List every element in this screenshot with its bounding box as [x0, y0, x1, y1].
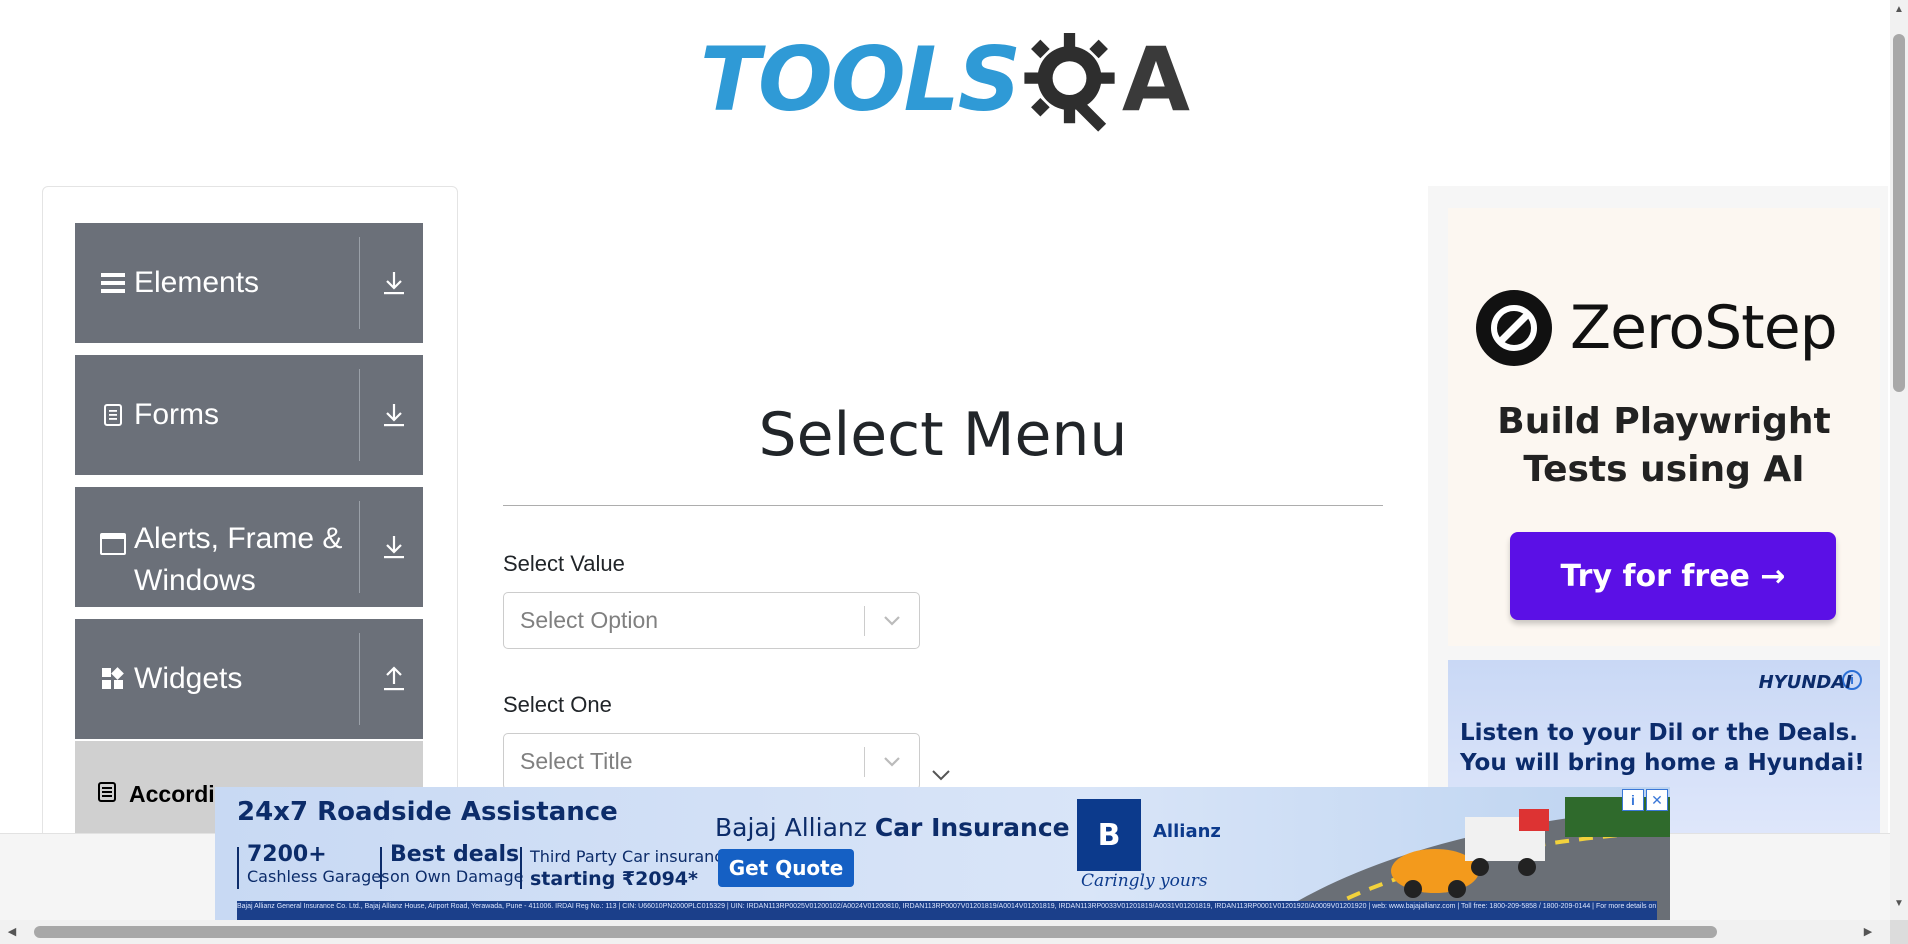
sidebar-group-widgets[interactable]: Widgets — [75, 619, 423, 739]
title-divider — [503, 505, 1383, 506]
accordian-icon — [97, 781, 119, 803]
ad-stat-deals: Best deals on Own Damage — [390, 843, 523, 887]
ad-tagline: Caringly yours — [1081, 871, 1208, 891]
ad-title: Bajaj Allianz Car Insurance — [715, 813, 1070, 842]
stat-big: 7200+ — [247, 842, 327, 867]
horizontal-scrollbar[interactable]: ◀ ▶ — [0, 920, 1890, 944]
tagline-line-1: Build Playwright — [1497, 401, 1831, 442]
divider — [359, 501, 360, 593]
stat-small: Third Party Car insurance — [530, 847, 733, 866]
chevron-down-icon[interactable] — [930, 764, 952, 786]
left-sidebar: Elements Forms Alerts, Frame & Windows W… — [42, 186, 458, 886]
zerostep-ad[interactable]: ZeroStep Build Playwright Tests using AI… — [1448, 208, 1880, 646]
toolsqa-logo[interactable]: TOOLS A — [700, 22, 1190, 137]
bajaj-logo: B — [1077, 799, 1141, 871]
select-one-label: Select One — [503, 692, 612, 717]
download-arrow-icon[interactable] — [365, 223, 423, 343]
logo-text-a: A — [1121, 27, 1190, 131]
zerostep-brand: ZeroStep — [1570, 293, 1838, 363]
sidebar-group-forms[interactable]: Forms — [75, 355, 423, 475]
upload-arrow-icon[interactable] — [365, 619, 423, 739]
ad-title-product: Car Insurance — [874, 813, 1070, 842]
scroll-right-icon[interactable]: ▶ — [1862, 926, 1874, 938]
ad-fine-print: Bajaj Allianz General Insurance Co. Ltd.… — [237, 901, 1657, 921]
allianz-logo-text: Allianz — [1153, 821, 1221, 842]
download-arrow-icon[interactable] — [365, 487, 423, 607]
window-icon — [100, 531, 126, 557]
vertical-scroll-thumb[interactable] — [1893, 34, 1905, 392]
vertical-scrollbar[interactable]: ▲ ▼ — [1890, 0, 1908, 920]
sidebar-item-label: Accordia — [129, 781, 228, 807]
download-arrow-icon[interactable] — [365, 355, 423, 475]
hyundai-copy: Listen to your Dil or the Deals. You wil… — [1460, 718, 1865, 778]
select-value-label: Select Value — [503, 551, 625, 576]
gear-magnifier-icon — [1024, 32, 1115, 132]
hyundai-brand: HYUNDAI — [1758, 672, 1852, 693]
zerostep-icon — [1476, 290, 1552, 366]
widgets-icon — [100, 666, 126, 692]
hamburger-icon — [100, 270, 126, 296]
select-value-dropdown[interactable]: Select Option — [503, 592, 920, 649]
divider — [237, 847, 239, 889]
ad-stat-third-party: Third Party Car insurance starting ₹2094… — [530, 847, 733, 891]
stat-big: starting ₹2094* — [530, 868, 698, 890]
horizontal-scroll-thumb[interactable] — [34, 926, 1717, 938]
divider — [520, 847, 522, 889]
ad-stat-garages: 7200+ Cashless Garages — [247, 843, 389, 887]
close-icon[interactable]: ✕ — [1646, 789, 1668, 811]
stat-big: Best deals — [390, 842, 520, 867]
document-icon — [100, 402, 126, 428]
stat-small: on Own Damage — [390, 867, 524, 886]
hyundai-line-1: Listen to your Dil or the Deals. — [1460, 720, 1859, 746]
bajaj-allianz-ad[interactable]: 24x7 Roadside Assistance 7200+ Cashless … — [215, 787, 1670, 921]
divider — [359, 633, 360, 725]
scroll-up-icon[interactable]: ▲ — [1893, 4, 1905, 16]
divider — [359, 369, 360, 461]
ad-title-brand: Bajaj Allianz — [715, 813, 867, 842]
divider — [359, 237, 360, 329]
page-title: Select Menu — [758, 400, 1128, 470]
select-one-dropdown[interactable]: Select Title — [503, 733, 920, 790]
scroll-down-icon[interactable]: ▼ — [1893, 898, 1905, 910]
tagline-line-2: Tests using AI — [1523, 449, 1805, 490]
hyundai-line-2: You will bring home a Hyundai! — [1460, 750, 1865, 776]
zerostep-tagline: Build Playwright Tests using AI — [1448, 398, 1880, 494]
right-ad-panel[interactable]: ZeroStep Build Playwright Tests using AI… — [1428, 186, 1888, 836]
ad-controls[interactable]: i ✕ — [1622, 789, 1668, 811]
chevron-down-icon[interactable] — [865, 593, 919, 648]
scroll-left-icon[interactable]: ◀ — [6, 926, 18, 938]
get-quote-button[interactable]: Get Quote — [718, 849, 854, 887]
logo-text-tools: TOOLS — [700, 27, 1021, 131]
select-value-placeholder: Select Option — [520, 607, 659, 633]
scrollbar-corner — [1890, 920, 1908, 944]
ad-headline: 24x7 Roadside Assistance — [237, 797, 618, 827]
ad-info-icon[interactable]: i — [1622, 789, 1644, 811]
try-for-free-button[interactable]: Try for free → — [1510, 532, 1836, 620]
divider — [380, 847, 382, 889]
sidebar-group-elements[interactable]: Elements — [75, 223, 423, 343]
select-one-placeholder: Select Title — [520, 748, 633, 774]
sidebar-group-alerts-frame-windows[interactable]: Alerts, Frame & Windows — [75, 487, 423, 607]
zerostep-logo: ZeroStep — [1474, 288, 1838, 368]
chevron-down-icon[interactable] — [865, 734, 919, 789]
stat-small: Cashless Garages — [247, 867, 390, 886]
